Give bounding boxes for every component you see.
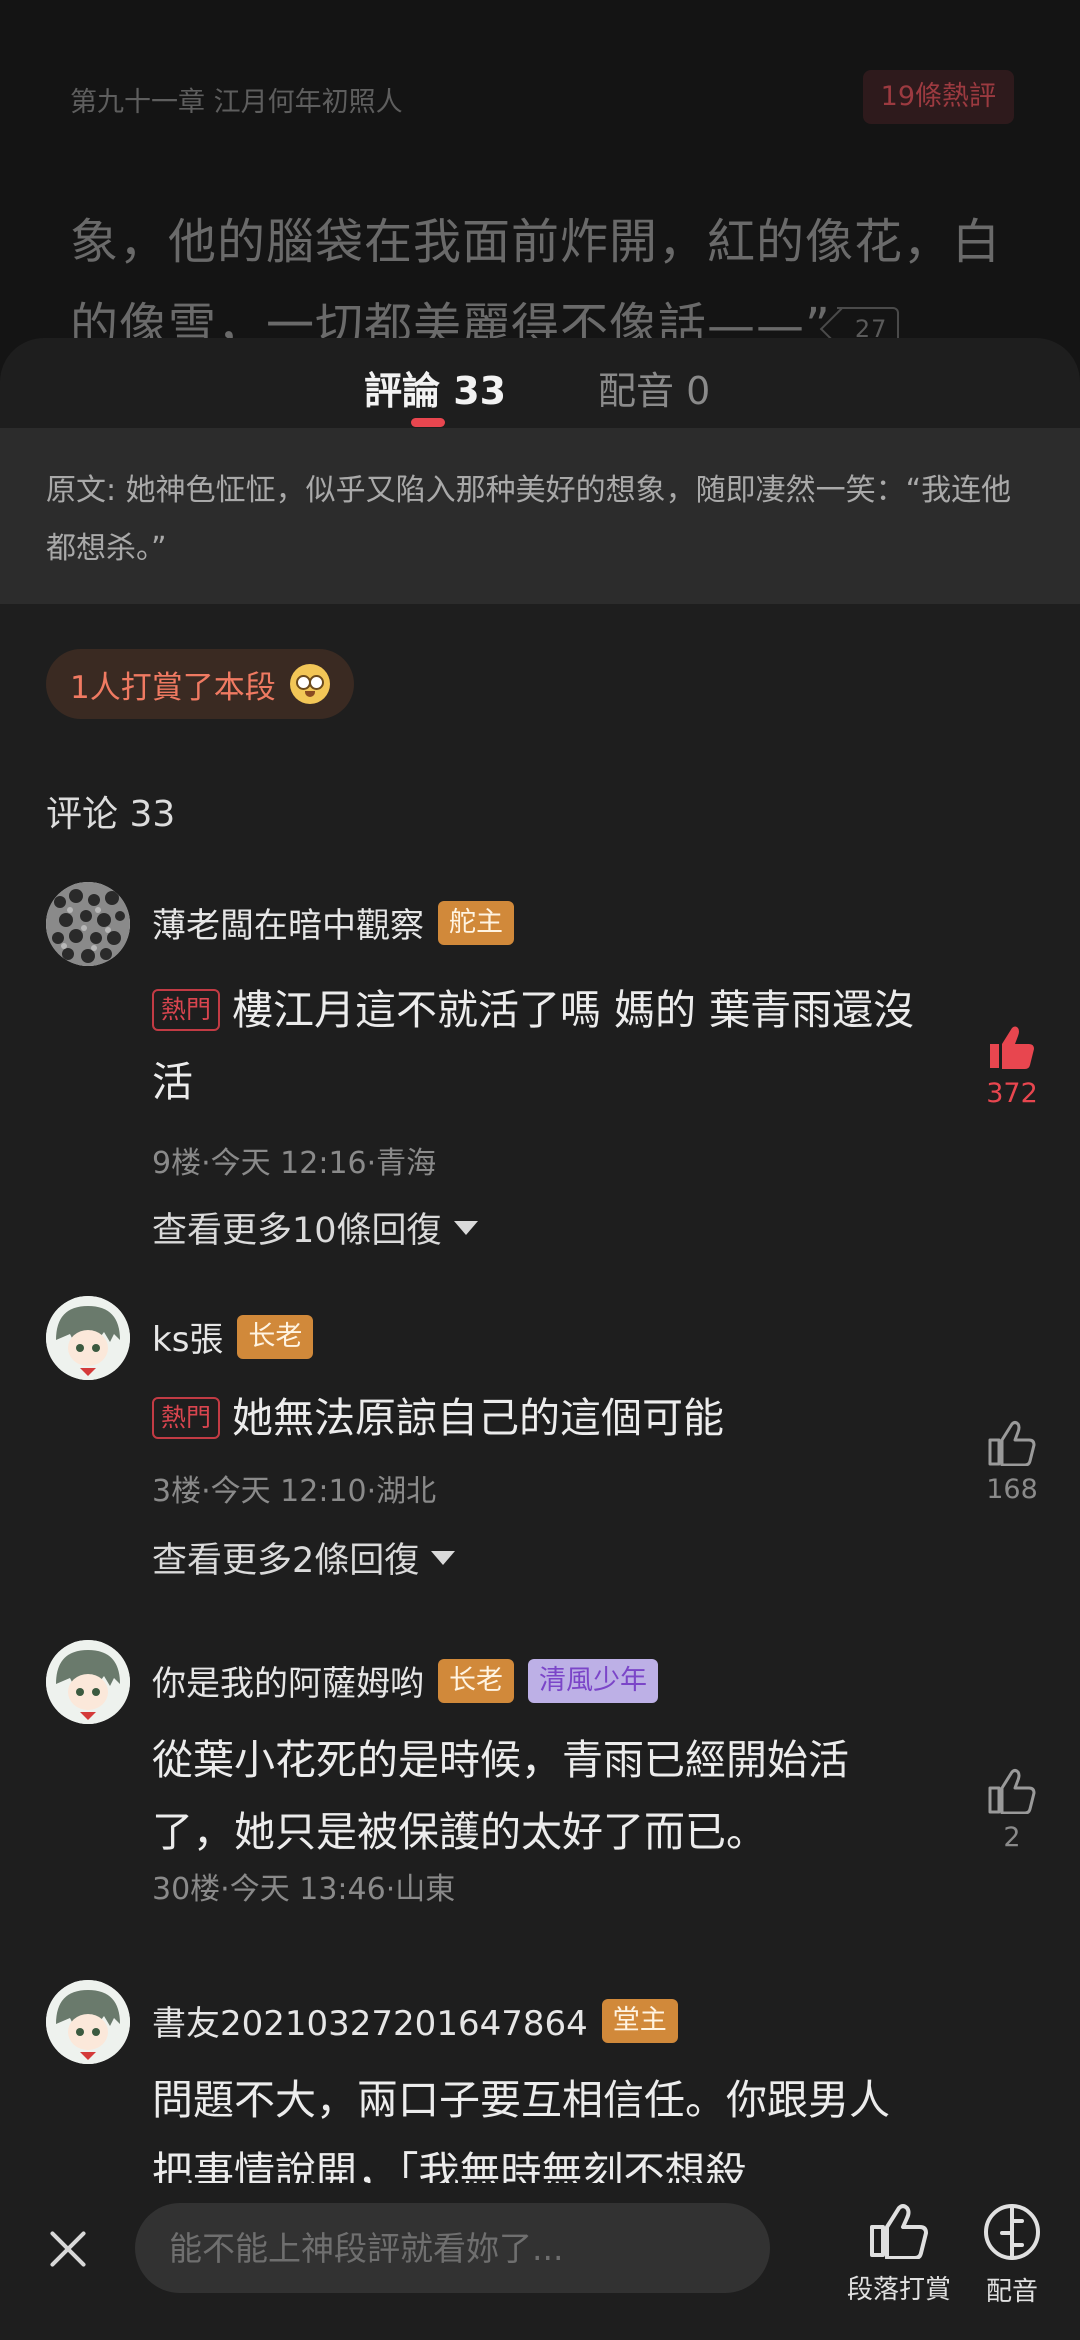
dubbing-icon bbox=[984, 2204, 1040, 2260]
comment-body[interactable]: 熱門 樓江月這不就活了嗎 媽的 葉青雨還沒活 bbox=[152, 974, 932, 1118]
comment-text: 從葉小花死的是時候，青雨已經開始活了，她只是被保護的太好了而已。 bbox=[152, 1736, 849, 1856]
rank-tag: 长老 bbox=[438, 1658, 514, 1703]
comment-sheet: 評論 33 配音 0 原文: 她神色怔怔，似乎又陷入那种美好的想象，随即凄然一笑… bbox=[0, 338, 1080, 2340]
comment-body[interactable]: 從葉小花死的是時候，青雨已經開始活了，她只是被保護的太好了而已。 bbox=[152, 1724, 912, 1868]
like-button[interactable]: 372 bbox=[976, 1024, 1048, 1109]
rank-tag: 长老 bbox=[237, 1314, 314, 1359]
like-count: 2 bbox=[1003, 1822, 1021, 1853]
view-more-replies-label: 查看更多10條回復 bbox=[152, 1211, 442, 1251]
paragraph-reward-label: 段落打賞 bbox=[846, 2275, 951, 2305]
reward-summary-pill[interactable]: 1人打賞了本段 bbox=[46, 649, 354, 719]
avatar[interactable] bbox=[46, 1640, 130, 1724]
tab-comments[interactable]: 評論 33 bbox=[364, 360, 506, 415]
comment-meta: 3楼·今天 12:10·湖北 bbox=[152, 1474, 437, 1509]
avatar[interactable] bbox=[46, 1980, 130, 2064]
hot-tag: 熱門 bbox=[152, 1397, 221, 1439]
comment-meta: 30楼·今天 13:46·山東 bbox=[152, 1872, 456, 1907]
tab-dubbing[interactable]: 配音 0 bbox=[598, 360, 710, 415]
thumbs-up-filled-icon bbox=[990, 1026, 1034, 1069]
comment-body[interactable]: 熱門 她無法原諒自己的這個可能 bbox=[152, 1382, 932, 1454]
caret-down-icon bbox=[453, 1220, 478, 1235]
thumbs-up-icon bbox=[988, 1769, 1036, 1814]
username-row: 薄老闆在暗中觀察 舵主 bbox=[152, 898, 514, 947]
avatar[interactable] bbox=[46, 1296, 130, 1380]
username[interactable]: 薄老闆在暗中觀察 bbox=[152, 898, 424, 947]
staring-face-icon bbox=[289, 664, 330, 704]
view-more-replies-button[interactable]: 查看更多10條回復 bbox=[152, 1202, 478, 1253]
like-count: 372 bbox=[986, 1078, 1038, 1109]
dubbing-label: 配音 bbox=[985, 2277, 1038, 2307]
view-more-replies-label: 查看更多2條回復 bbox=[152, 1541, 420, 1581]
like-count: 168 bbox=[986, 1474, 1038, 1505]
like-button[interactable]: 2 bbox=[976, 1768, 1048, 1853]
comment-meta: 9楼·今天 12:16·青海 bbox=[152, 1146, 437, 1181]
sheet-tabs: 評論 33 配音 0 bbox=[0, 338, 1080, 428]
paragraph-reward-button[interactable]: 段落打賞 bbox=[824, 2203, 974, 2306]
username-row: 你是我的阿薩姆哟 长老 清風少年 bbox=[152, 1656, 658, 1705]
rank-tag: 舵主 bbox=[438, 900, 514, 945]
thumbs-up-icon bbox=[988, 1421, 1036, 1466]
caret-down-icon bbox=[431, 1550, 456, 1565]
view-more-replies-button[interactable]: 查看更多2條回復 bbox=[152, 1532, 456, 1583]
username-row: 書友20210327201647864 堂主 bbox=[152, 1996, 678, 2045]
close-icon[interactable] bbox=[44, 2225, 92, 2273]
avatar[interactable] bbox=[46, 882, 130, 966]
original-text: 原文: 她神色怔怔，似乎又陷入那种美好的想象，随即凄然一笑：“我连他都想杀。” bbox=[0, 428, 1080, 604]
username[interactable]: 你是我的阿薩姆哟 bbox=[152, 1656, 424, 1705]
comment-input[interactable] bbox=[135, 2203, 770, 2293]
rank-tag: 堂主 bbox=[601, 1998, 678, 2043]
fan-title-tag: 清風少年 bbox=[528, 1658, 658, 1703]
username-row: ks張 长老 bbox=[152, 1312, 314, 1361]
username[interactable]: 書友20210327201647864 bbox=[152, 1996, 588, 2045]
comment-text: 她無法原諒自己的這個可能 bbox=[232, 1394, 725, 1442]
tab-active-indicator bbox=[411, 418, 445, 427]
comment-text: 問題不大，兩口子要互相信任。你跟男人把事情說開，「我無時無刻不想殺 bbox=[152, 2076, 890, 2196]
chapter-title: 第九十一章 江月何年初照人 bbox=[70, 87, 403, 118]
hot-tag: 熱門 bbox=[152, 989, 221, 1031]
bottom-bar: 段落打賞 配音 bbox=[0, 2183, 1080, 2340]
reader-line-1: 象，他的腦袋在我面前炸開，紅的像花，白 bbox=[70, 214, 1002, 270]
dubbing-button[interactable]: 配音 bbox=[976, 2203, 1048, 2308]
reward-summary-text: 1人打賞了本段 bbox=[70, 669, 276, 706]
comment-text: 樓江月這不就活了嗎 媽的 葉青雨還沒活 bbox=[152, 986, 915, 1106]
username[interactable]: ks張 bbox=[152, 1312, 223, 1361]
hot-comments-badge[interactable]: 19條熱評 bbox=[862, 70, 1014, 124]
like-button[interactable]: 168 bbox=[976, 1420, 1048, 1505]
comments-section-title: 评论 33 bbox=[46, 794, 176, 835]
thumbs-up-reward-icon bbox=[870, 2204, 928, 2260]
